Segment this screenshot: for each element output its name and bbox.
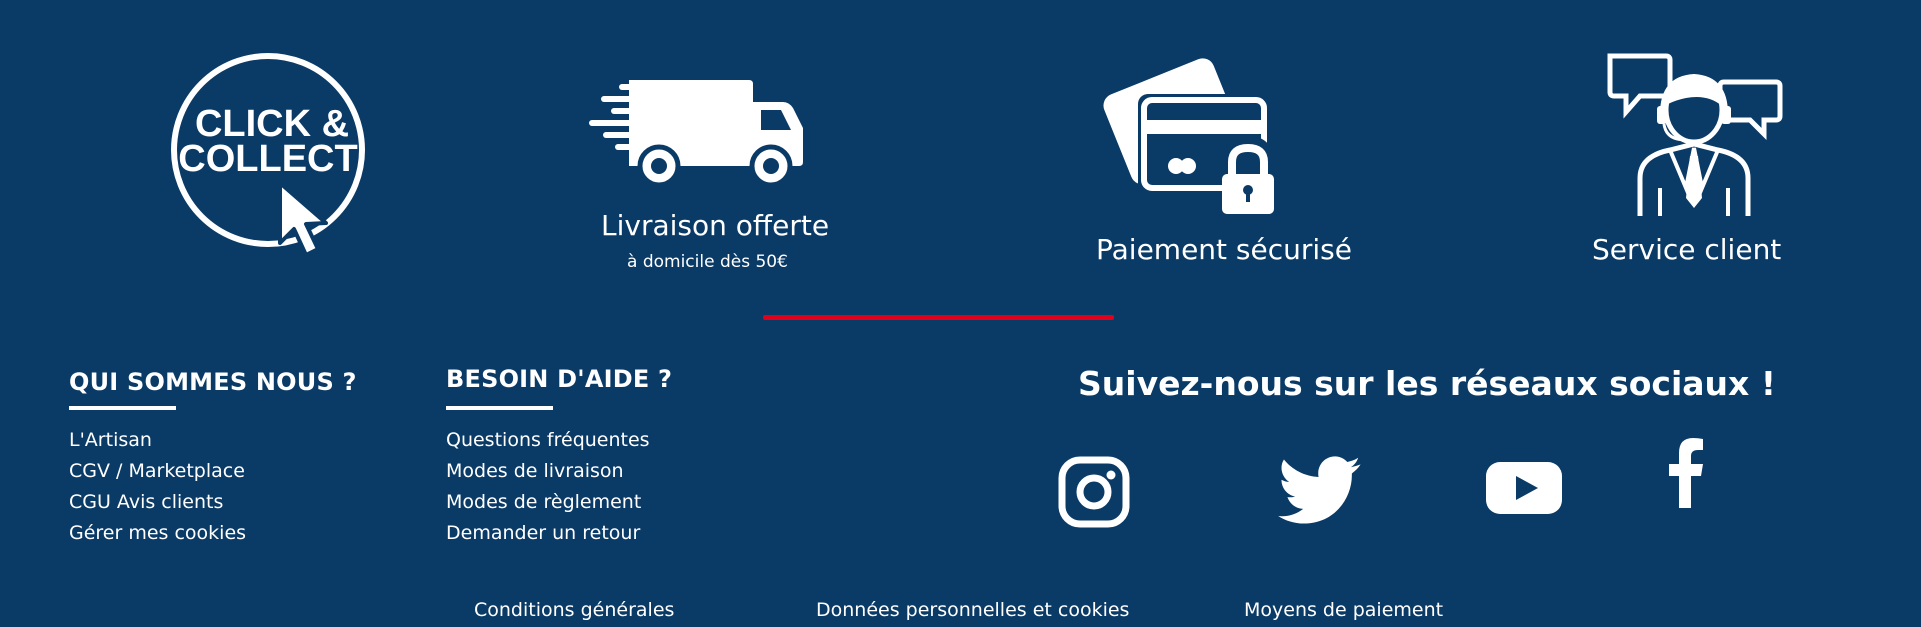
help-title: BESOIN D'AIDE ? [446,365,673,393]
click-collect-icon: CLICK & COLLECT [171,53,365,257]
link-cgu-avis[interactable]: CGU Avis clients [69,487,389,518]
about-title-underline [69,406,176,410]
help-title-underline [446,406,553,410]
about-column: QUI SOMMES NOUS ? L'Artisan CGV / Market… [69,368,389,549]
bottom-link-privacy[interactable]: Données personnelles et cookies [816,599,1129,621]
bottom-link-payment[interactable]: Moyens de paiement [1244,599,1443,621]
link-faq[interactable]: Questions fréquentes [446,425,766,456]
feature-label-delivery: Livraison offerte [601,209,830,242]
customer-service-icon [1607,53,1783,216]
customer-service-feature[interactable]: Service client [1590,48,1810,278]
about-title: QUI SOMMES NOUS ? [69,368,357,396]
social-title: Suivez-nous sur les réseaux sociaux ! [1078,364,1776,403]
link-return[interactable]: Demander un retour [446,518,766,549]
help-links: Questions fréquentes Modes de livraison … [446,425,766,549]
secure-card-icon [1103,58,1274,214]
section-divider [763,315,1114,320]
youtube-icon [1486,462,1562,514]
twitter-link[interactable] [1277,456,1363,526]
feature-label-service: Service client [1592,233,1782,266]
facebook-icon [1669,438,1703,508]
facebook-link[interactable] [1668,438,1704,508]
help-column: BESOIN D'AIDE ? Questions fréquentes Mod… [446,365,766,549]
instagram-link[interactable] [1058,456,1130,528]
secure-payment-feature[interactable]: Paiement sécurisé [1092,58,1352,278]
instagram-icon [1058,456,1130,528]
bottom-link-conditions[interactable]: Conditions générales [474,599,674,621]
link-cgv-marketplace[interactable]: CGV / Marketplace [69,456,389,487]
link-cookies[interactable]: Gérer mes cookies [69,518,389,549]
youtube-link[interactable] [1486,460,1562,516]
delivery-feature[interactable]: Livraison offerte à domicile dès 50€ [585,74,829,284]
about-links: L'Artisan CGV / Marketplace CGU Avis cli… [69,425,389,549]
feature-label-payment: Paiement sécurisé [1096,233,1352,266]
link-artisan[interactable]: L'Artisan [69,425,389,456]
feature-sublabel-delivery: à domicile dès 50€ [627,252,788,272]
twitter-icon [1278,456,1361,524]
delivery-truck-icon [589,80,803,184]
link-payment-modes[interactable]: Modes de règlement [446,487,766,518]
click-collect-line2: COLLECT [178,138,357,180]
link-delivery-modes[interactable]: Modes de livraison [446,456,766,487]
click-collect-feature[interactable]: CLICK & COLLECT [168,33,373,263]
